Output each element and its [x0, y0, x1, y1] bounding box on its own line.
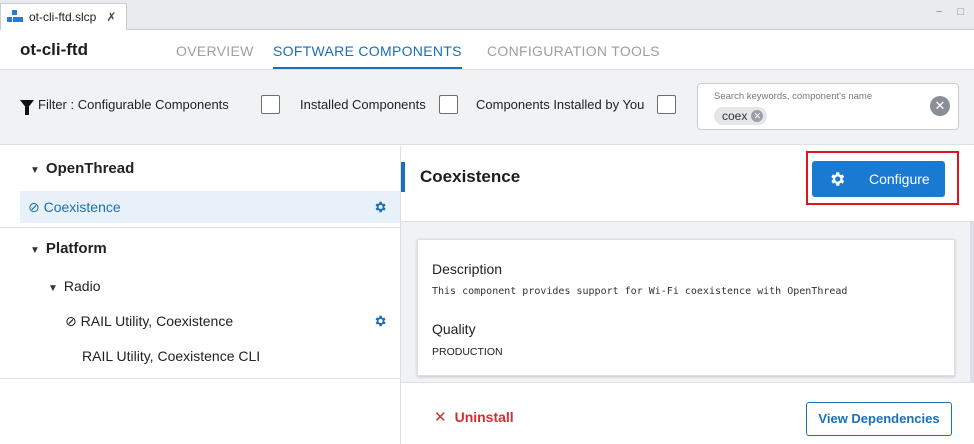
filter-prefix: Filter : Configurable Components [38, 97, 229, 112]
tree-group-label: Platform [45, 239, 107, 257]
filter-configurable-label: Configurable Components [77, 97, 229, 112]
close-tab-icon[interactable]: ✗ [106, 10, 116, 24]
configurable-components-checkbox[interactable] [261, 95, 280, 114]
filter-bar: Filter : Configurable Components Install… [0, 70, 974, 145]
installed-by-you-checkbox[interactable] [657, 95, 676, 114]
installed-components-checkbox[interactable] [439, 95, 458, 114]
tree-group-platform[interactable]: ▼ Platform [0, 232, 400, 264]
uninstall-label: Uninstall [454, 409, 514, 425]
tree-item-label: RAIL Utility, Coexistence [80, 312, 234, 329]
description-text: This component provides support for Wi-F… [432, 286, 848, 297]
tree-group-label: OpenThread [45, 159, 135, 177]
search-chip-label: coex [722, 109, 748, 123]
window-controls[interactable]: − □ [936, 6, 970, 18]
close-icon: ✕ [434, 409, 447, 426]
editor-tab-strip: ot-cli-ftd.slcp ✗ − □ [0, 0, 974, 30]
configure-gear-icon[interactable] [373, 200, 387, 214]
tab-overview[interactable]: OVERVIEW [176, 43, 254, 59]
configure-button[interactable]: Configure [812, 161, 945, 197]
editor-tab[interactable]: ot-cli-ftd.slcp ✗ [0, 3, 128, 30]
tree-separator [0, 378, 400, 379]
search-input[interactable]: Search keywords, component's name coex ✕… [697, 83, 959, 130]
tree-item-label: Coexistence [43, 198, 121, 215]
description-heading: Description [432, 261, 503, 277]
tree-item-coexistence[interactable]: ⊘ Coexistence [20, 191, 400, 223]
tab-configuration-tools[interactable]: CONFIGURATION TOOLS [487, 43, 660, 59]
uninstall-button[interactable]: ✕ Uninstall [434, 408, 514, 426]
view-dependencies-button[interactable]: View Dependencies [806, 402, 952, 436]
scrollbar-track[interactable] [970, 222, 974, 382]
search-chip: coex ✕ [714, 107, 768, 125]
caret-down-icon: ▼ [30, 244, 40, 256]
description-card: Description This component provides supp… [417, 239, 955, 376]
remove-chip-icon[interactable]: ✕ [751, 110, 764, 122]
clear-search-icon[interactable]: ✕ [930, 96, 950, 116]
configure-button-label: Configure [869, 171, 930, 187]
caret-down-icon: ▼ [48, 283, 58, 294]
filter-installed-by-you-label: Components Installed by You [476, 97, 645, 112]
search-placeholder: Search keywords, component's name [714, 91, 873, 102]
tree-item-label: RAIL Utility, Coexistence CLI [82, 348, 261, 364]
check-circle-icon: ⊘ [65, 312, 77, 329]
filter-icon [20, 100, 34, 115]
tree-group-openthread[interactable]: ▼ OpenThread [0, 152, 400, 184]
tree-item-rail-coexistence-cli[interactable]: RAIL Utility, Coexistence CLI [0, 340, 400, 372]
quality-heading: Quality [432, 321, 476, 337]
caret-down-icon: ▼ [30, 164, 40, 176]
gear-icon [831, 172, 845, 186]
tab-software-components[interactable]: SOFTWARE COMPONENTS [273, 43, 462, 69]
title-accent-bar [401, 162, 405, 192]
component-title: Coexistence [420, 167, 521, 186]
project-title: ot-cli-ftd [20, 40, 88, 59]
tree-subgroup-radio[interactable]: ▼ Radio [0, 270, 400, 302]
project-file-icon [7, 10, 23, 22]
filter-installed-label: Installed Components [300, 97, 426, 112]
check-circle-icon: ⊘ [28, 198, 40, 215]
tree-separator [0, 227, 400, 228]
tree-item-rail-coexistence[interactable]: ⊘ RAIL Utility, Coexistence [0, 305, 400, 337]
editor-tab-label: ot-cli-ftd.slcp [29, 10, 97, 24]
configure-gear-icon[interactable] [373, 314, 387, 328]
editor-header: ot-cli-ftd OVERVIEW SOFTWARE COMPONENTS … [0, 30, 974, 70]
footer-separator [401, 382, 974, 383]
tree-subgroup-label: Radio [63, 278, 101, 294]
quality-value: PRODUCTION [432, 346, 503, 358]
